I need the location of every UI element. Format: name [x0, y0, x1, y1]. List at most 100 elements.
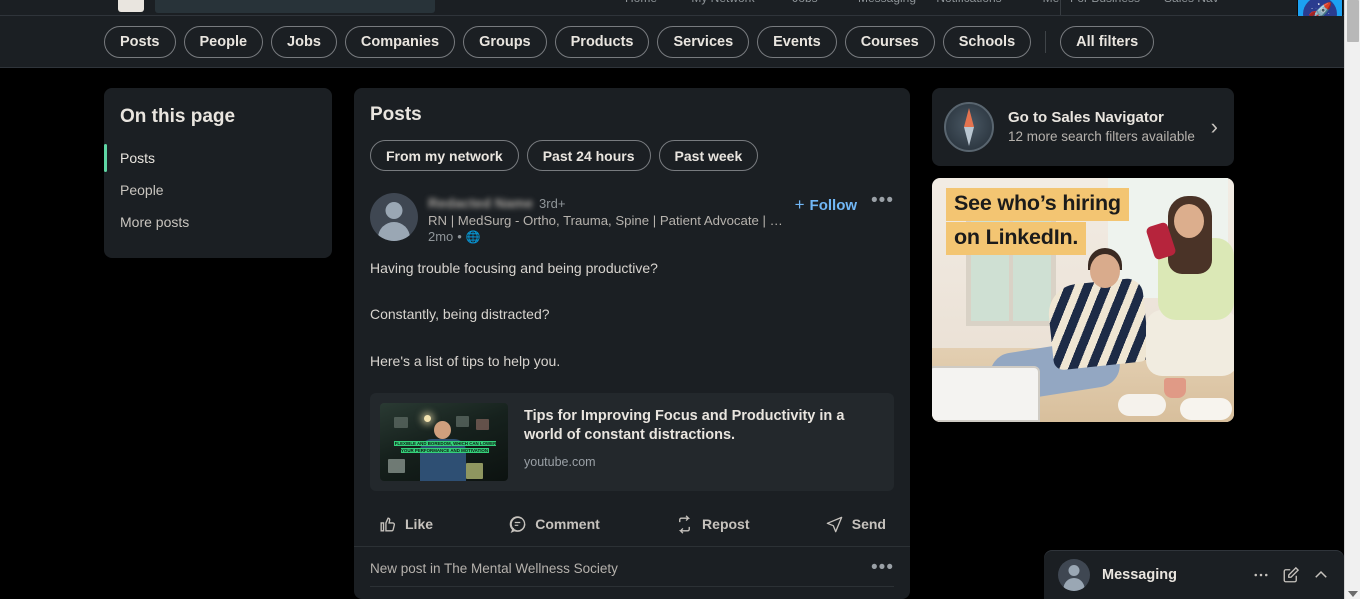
- sidebar-item-label: Posts: [120, 150, 156, 166]
- all-filters-button[interactable]: All filters: [1060, 25, 1155, 58]
- chevron-up-icon[interactable]: [1312, 566, 1330, 584]
- comment-button[interactable]: Comment: [508, 515, 600, 534]
- posts-feed-panel: Posts From my network Past 24 hours Past…: [354, 88, 910, 599]
- hiring-ad-banner[interactable]: See who’s hiring on LinkedIn.: [932, 178, 1234, 422]
- link-preview-title: Tips for Improving Focus and Productivit…: [524, 407, 845, 444]
- post-author-degree: 3rd+: [539, 196, 566, 211]
- link-preview-meta: Tips for Improving Focus and Productivit…: [524, 403, 884, 469]
- sidebar-item-label: People: [120, 182, 164, 198]
- main-content: On this page Posts People More posts Pos…: [0, 68, 1344, 599]
- chevron-right-icon[interactable]: ›: [1211, 114, 1222, 140]
- post-body: Having trouble focusing and being produc…: [370, 258, 894, 371]
- send-button[interactable]: Send: [825, 515, 886, 534]
- repost-button[interactable]: Repost: [675, 515, 750, 534]
- avatar: [1058, 559, 1090, 591]
- nav-item-notifications[interactable]: Notifications: [928, 0, 1010, 5]
- post-author-meta: Redacted Name 3rd+ RN | MedSurg - Ortho,…: [428, 193, 785, 244]
- thumbs-up-icon: [378, 515, 397, 534]
- scroll-down-arrow-icon[interactable]: [1348, 591, 1358, 597]
- post-author-headline: RN | MedSurg - Ortho, Trauma, Spine | Pa…: [428, 213, 785, 228]
- post-timestamp: 2mo: [428, 229, 454, 244]
- filter-pill-schools[interactable]: Schools: [942, 25, 1032, 58]
- filter-pill-courses[interactable]: Courses: [844, 25, 935, 58]
- filter-pill-companies[interactable]: Companies: [344, 25, 456, 58]
- filter-pill-people[interactable]: People: [183, 25, 264, 58]
- like-label: Like: [405, 516, 434, 533]
- on-this-page-panel: On this page Posts People More posts: [104, 88, 332, 258]
- post-header-actions: + Follow •••: [795, 191, 894, 215]
- repost-label: Repost: [702, 516, 750, 533]
- thumbnail-caption: FLEXIBLE AND BOREDOM, WHICH CAN LOWER YO…: [393, 440, 497, 453]
- post-action-bar: Like Comment Repost Send: [354, 501, 910, 546]
- nav-business-group: For Business Sales Nav: [1070, 0, 1219, 5]
- filter-pill-products[interactable]: Products: [554, 25, 650, 58]
- post-header: Redacted Name 3rd+ RN | MedSurg - Ortho,…: [370, 185, 894, 244]
- sidebar-item-label: More posts: [120, 214, 190, 230]
- filter-pill-posts[interactable]: Posts: [104, 25, 176, 58]
- sales-navigator-text: Go to Sales Navigator 12 more search fil…: [1008, 109, 1197, 146]
- avatar[interactable]: [370, 193, 418, 241]
- sidebar-item-people[interactable]: People: [104, 174, 332, 206]
- nav-divider: [1060, 0, 1061, 15]
- filter-pill-events[interactable]: Events: [757, 25, 837, 58]
- ad-headline-line-1: See who’s hiring: [946, 188, 1129, 221]
- comment-label: Comment: [535, 516, 600, 533]
- send-icon: [825, 515, 844, 534]
- search-filter-bar: Posts People Jobs Companies Groups Produ…: [0, 16, 1344, 68]
- compose-icon[interactable]: [1282, 566, 1300, 584]
- like-button[interactable]: Like: [378, 515, 433, 534]
- post-paragraph: Here's a list of tips to help you.: [370, 352, 561, 369]
- nav-item-my-network[interactable]: My Network: [682, 0, 764, 5]
- post-more-menu-icon[interactable]: •••: [871, 191, 894, 210]
- global-nav-bar: Home My Network Jobs Messaging Notificat…: [0, 0, 1344, 16]
- post-author-row: Redacted Name 3rd+: [428, 195, 785, 211]
- sales-navigator-title: Go to Sales Navigator: [1008, 108, 1164, 126]
- page-scrollbar[interactable]: [1344, 0, 1360, 599]
- link-preview-source: youtube.com: [524, 454, 596, 469]
- post-author-name[interactable]: Redacted Name: [428, 195, 533, 211]
- next-post-header: Unburden Centre 3rd+: [354, 587, 910, 599]
- nav-item-home[interactable]: Home: [600, 0, 682, 5]
- ellipsis-icon[interactable]: [1252, 566, 1270, 584]
- nav-item-sales-nav[interactable]: Sales Nav: [1164, 0, 1219, 5]
- repost-icon: [675, 515, 694, 534]
- post-card: Redacted Name 3rd+ RN | MedSurg - Ortho,…: [354, 185, 910, 491]
- send-label: Send: [851, 516, 886, 533]
- global-search-input[interactable]: [155, 0, 435, 13]
- filter-pill-services[interactable]: Services: [657, 25, 750, 58]
- feed-section-title: Posts: [370, 104, 422, 125]
- compass-icon: [944, 102, 994, 152]
- feed-pill-from-my-network[interactable]: From my network: [370, 140, 519, 171]
- plus-icon: +: [794, 195, 805, 214]
- linkedin-search-results-page: Home My Network Jobs Messaging Notificat…: [0, 0, 1360, 599]
- link-thumbnail-image: FLEXIBLE AND BOREDOM, WHICH CAN LOWER YO…: [380, 402, 508, 481]
- post-paragraph: Having trouble focusing and being produc…: [370, 260, 658, 276]
- bullet-separator: •: [457, 229, 462, 244]
- follow-label: Follow: [809, 196, 858, 214]
- next-post-context-label: New post in The Mental Wellness Society: [370, 560, 618, 576]
- sidebar-item-more-posts[interactable]: More posts: [104, 206, 332, 238]
- sales-navigator-subtitle: 12 more search filters available: [1008, 128, 1195, 144]
- nav-item-messaging[interactable]: Messaging: [846, 0, 928, 5]
- feed-filter-pills: From my network Past 24 hours Past week: [354, 140, 910, 185]
- filter-pill-groups[interactable]: Groups: [463, 25, 547, 58]
- messaging-dock[interactable]: Messaging: [1044, 551, 1344, 599]
- filter-pill-jobs[interactable]: Jobs: [271, 25, 337, 58]
- feed-pill-past-24-hours[interactable]: Past 24 hours: [526, 140, 651, 171]
- right-rail: Go to Sales Navigator 12 more search fil…: [932, 88, 1234, 422]
- feed-pill-past-week[interactable]: Past week: [658, 140, 759, 171]
- ad-headline-line-2: on LinkedIn.: [946, 222, 1087, 255]
- global-nav-items: Home My Network Jobs Messaging Notificat…: [600, 0, 1092, 5]
- scrollbar-thumb[interactable]: [1347, 0, 1359, 42]
- next-post-more-menu-icon[interactable]: •••: [871, 558, 894, 577]
- follow-button[interactable]: + Follow: [795, 195, 857, 215]
- globe-icon: 🌐: [465, 229, 481, 244]
- linkedin-logo[interactable]: [118, 0, 144, 12]
- nav-item-jobs[interactable]: Jobs: [764, 0, 846, 5]
- link-preview-card[interactable]: FLEXIBLE AND BOREDOM, WHICH CAN LOWER YO…: [370, 392, 894, 491]
- filter-divider: [1045, 30, 1047, 53]
- sidebar-item-posts[interactable]: Posts: [104, 142, 332, 174]
- sales-navigator-card[interactable]: Go to Sales Navigator 12 more search fil…: [932, 88, 1234, 166]
- next-post-context-row: New post in The Mental Wellness Society …: [354, 547, 910, 586]
- nav-item-for-business[interactable]: For Business: [1070, 0, 1140, 5]
